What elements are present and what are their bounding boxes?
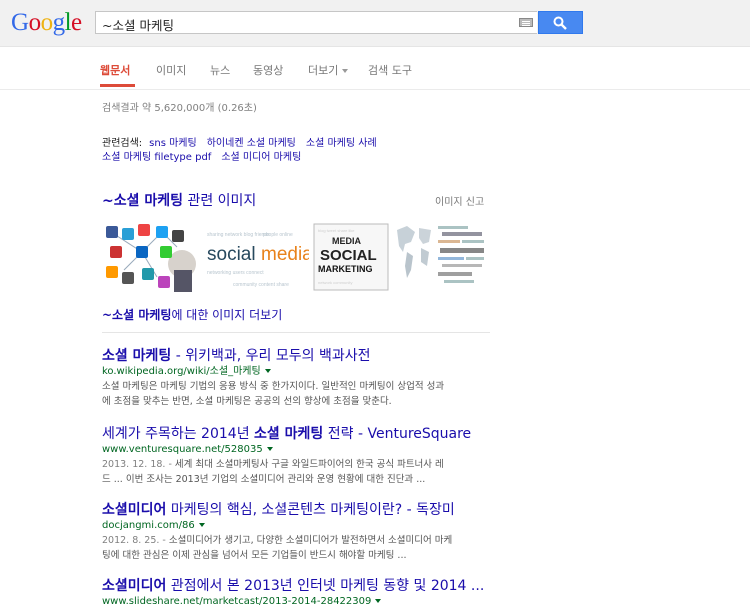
result-snippet-line: 팅에 대한 관심은 이제 관심을 넘어서 모든 기업들이 반드시 해야할 마케팅…: [102, 550, 407, 561]
result-title-bold: 소셜미디어: [102, 578, 167, 594]
marketing-illustration: blog tweet share like network community …: [312, 222, 390, 292]
related-link[interactable]: 소셜 미디어 마케팅: [221, 152, 301, 163]
tab-videos[interactable]: 동영상: [253, 62, 283, 78]
related-label: 관련검색:: [102, 138, 143, 149]
result-snippet-line: 2013. 12. 18. - 세계 최대 소셜마케팅사 구글 와일드파이어의 …: [102, 457, 490, 472]
result-date: 2013. 12. 18. -: [102, 459, 175, 470]
result-url: www.slideshare.net/marketcast/2013-2014-…: [102, 595, 490, 609]
divider: [102, 332, 490, 333]
more-images-link[interactable]: ~소셜 마케팅에 대한 이미지 더보기: [102, 306, 282, 323]
result-stats: 검색결과 약 5,620,000개 (0.26초): [102, 103, 257, 114]
result-title-bold: 소셜 마케팅: [254, 426, 324, 442]
result-snippet-line: 에 초점을 맞추는 반면, 소셜 마케팅은 공공의 선의 향상에 초점을 맞춘다…: [102, 396, 392, 407]
image-thumb-wordcloud[interactable]: sharing network blog friends networking …: [203, 222, 309, 292]
result-snippet-text: 세계 최대 소셜마케팅사 구글 와일드파이어의 한국 공식 파트너사 레: [174, 459, 444, 470]
result-title-pre: 세계가 주목하는 2014년: [102, 426, 255, 442]
result-url: docjangmi.com/86: [102, 519, 490, 533]
search-result: 소셜미디어 관점에서 본 2013년 인터넷 마케팅 동향 및 2014 ...…: [102, 577, 490, 609]
search-input[interactable]: ~소셜 마케팅: [95, 11, 537, 34]
related-link[interactable]: 소셜 마케팅 filetype pdf: [102, 152, 211, 163]
svg-text:network community: network community: [318, 280, 352, 285]
images-heading[interactable]: ~소셜 마케팅 관련 이미지: [102, 190, 256, 210]
tab-more-label: 더보기: [308, 64, 339, 77]
image-thumb-network[interactable]: [102, 222, 200, 292]
more-images-text: 에 대한 이미지 더보기: [171, 308, 283, 322]
search-result: 세계가 주목하는 2014년 소셜 마케팅 전략 - VentureSquare…: [102, 425, 490, 487]
result-title-bold: 소셜 마케팅: [102, 348, 172, 364]
tab-search-tools[interactable]: 검색 도구: [368, 62, 412, 78]
logo-letter: o: [28, 9, 42, 36]
collage-illustration: [436, 222, 488, 292]
image-thumb-marketing[interactable]: blog tweet share like network community …: [312, 222, 390, 292]
related-searches: 관련검색: sns 마케팅 하이네켄 소셜 마케팅 소셜 마케팅 사례 소셜 마케팅 …: [102, 137, 502, 165]
keyboard-icon[interactable]: [519, 18, 533, 27]
result-date: 2012. 8. 25. -: [102, 535, 169, 546]
chevron-down-icon[interactable]: [266, 447, 273, 451]
word-cloud-illustration: sharing network blog friends networking …: [203, 222, 309, 292]
report-images-link[interactable]: 이미지 신고: [435, 193, 484, 208]
result-title-text: 마케팅의 핵심, 소셜콘텐츠 마케팅이란? - 독장미: [166, 502, 455, 518]
result-title-link[interactable]: 소셜 마케팅 - 위키백과, 우리 모두의 백과사전: [102, 347, 490, 365]
svg-text:community content share: community content share: [233, 282, 289, 288]
magnifier-icon: [553, 16, 567, 30]
result-snippet-line: 2012. 8. 25. - 소셜미디어가 생기고, 다양한 소셜미디어가 발전…: [102, 533, 490, 548]
thumb-word-marketing: MARKETING: [318, 264, 373, 274]
result-title-text: 전략 - VentureSquare: [323, 426, 472, 442]
tab-images[interactable]: 이미지: [156, 62, 186, 78]
svg-text:networking users connect: networking users connect: [207, 270, 264, 276]
tab-news[interactable]: 뉴스: [210, 62, 230, 78]
result-title-text: - 위키백과, 우리 모두의 백과사전: [171, 348, 371, 364]
result-title-link[interactable]: 소셜미디어 마케팅의 핵심, 소셜콘텐츠 마케팅이란? - 독장미: [102, 501, 490, 519]
related-link[interactable]: 소셜 마케팅 사례: [306, 138, 377, 149]
result-snippet-line: 드 ... 이번 조사는 2013년 기업의 소셜미디어 관리와 운영 현황에 …: [102, 474, 426, 485]
thumb-word-media-2: MEDIA: [332, 236, 362, 246]
result-url-text: docjangmi.com/86: [102, 520, 195, 531]
svg-text:people online: people online: [263, 232, 293, 238]
svg-text:sharing network blog friends: sharing network blog friends: [207, 232, 270, 238]
top-bar: Google ~소셜 마케팅: [0, 0, 750, 47]
active-tab-indicator: [100, 84, 135, 87]
image-thumbnails: sharing network blog friends networking …: [102, 222, 488, 292]
related-link[interactable]: sns 마케팅: [149, 138, 197, 149]
image-thumb-map[interactable]: [393, 222, 433, 292]
result-url-text: www.slideshare.net/marketcast/2013-2014-…: [102, 596, 372, 607]
thumb-word-social-2: SOCIAL: [320, 247, 377, 264]
result-title-bold: 소셜미디어: [102, 502, 167, 518]
images-heading-query: ~소셜 마케팅: [102, 193, 184, 209]
svg-text:blog tweet share like: blog tweet share like: [318, 228, 355, 233]
chevron-down-icon: [342, 69, 349, 73]
search-result: 소셜미디어 마케팅의 핵심, 소셜콘텐츠 마케팅이란? - 독장미 docjan…: [102, 501, 490, 563]
result-snippet-line: 소셜 마케팅은 마케팅 기법의 응용 방식 중 한가지이다. 일반적인 마케팅이…: [102, 381, 445, 392]
search-button[interactable]: [538, 11, 583, 34]
tab-web[interactable]: 웹문서: [100, 62, 130, 78]
world-map-illustration: [393, 222, 433, 292]
more-images-query: ~소셜 마케팅: [102, 308, 172, 322]
image-thumb-collage[interactable]: [436, 222, 488, 292]
result-url-text: ko.wikipedia.org/wiki/소셜_마케팅: [102, 366, 261, 377]
logo-letter: e: [71, 9, 82, 36]
tab-more[interactable]: 더보기: [308, 62, 349, 78]
thumb-word-social: social: [207, 244, 256, 265]
search-query[interactable]: ~소셜 마케팅: [102, 15, 174, 34]
result-title-link[interactable]: 세계가 주목하는 2014년 소셜 마케팅 전략 - VentureSquare: [102, 425, 490, 443]
result-title-text: 관점에서 본 2013년 인터넷 마케팅 동향 및 2014 ...: [166, 578, 485, 594]
chevron-down-icon[interactable]: [264, 369, 271, 373]
network-illustration: [102, 222, 200, 292]
related-link[interactable]: 하이네켄 소셜 마케팅: [207, 138, 296, 149]
google-logo[interactable]: Google: [11, 9, 82, 37]
thumb-word-media: media: [261, 244, 309, 265]
result-snippet-text: 소셜미디어가 생기고, 다양한 소셜미디어가 발전하면서 소셜미디어 마케: [168, 535, 453, 546]
search-result: 소셜 마케팅 - 위키백과, 우리 모두의 백과사전 ko.wikipedia.…: [102, 347, 490, 409]
result-url: ko.wikipedia.org/wiki/소셜_마케팅: [102, 365, 490, 379]
images-heading-text: 관련 이미지: [183, 193, 257, 209]
result-title-link[interactable]: 소셜미디어 관점에서 본 2013년 인터넷 마케팅 동향 및 2014 ...: [102, 577, 490, 595]
logo-letter: G: [11, 9, 29, 36]
chevron-down-icon[interactable]: [198, 523, 205, 527]
result-url: www.venturesquare.net/528035: [102, 443, 490, 457]
logo-letter: g: [52, 9, 66, 36]
search-tabs: 웹문서 이미지 뉴스 동영상 더보기 검색 도구: [0, 47, 750, 90]
logo-letter: o: [40, 9, 54, 36]
result-url-text: www.venturesquare.net/528035: [102, 444, 263, 455]
